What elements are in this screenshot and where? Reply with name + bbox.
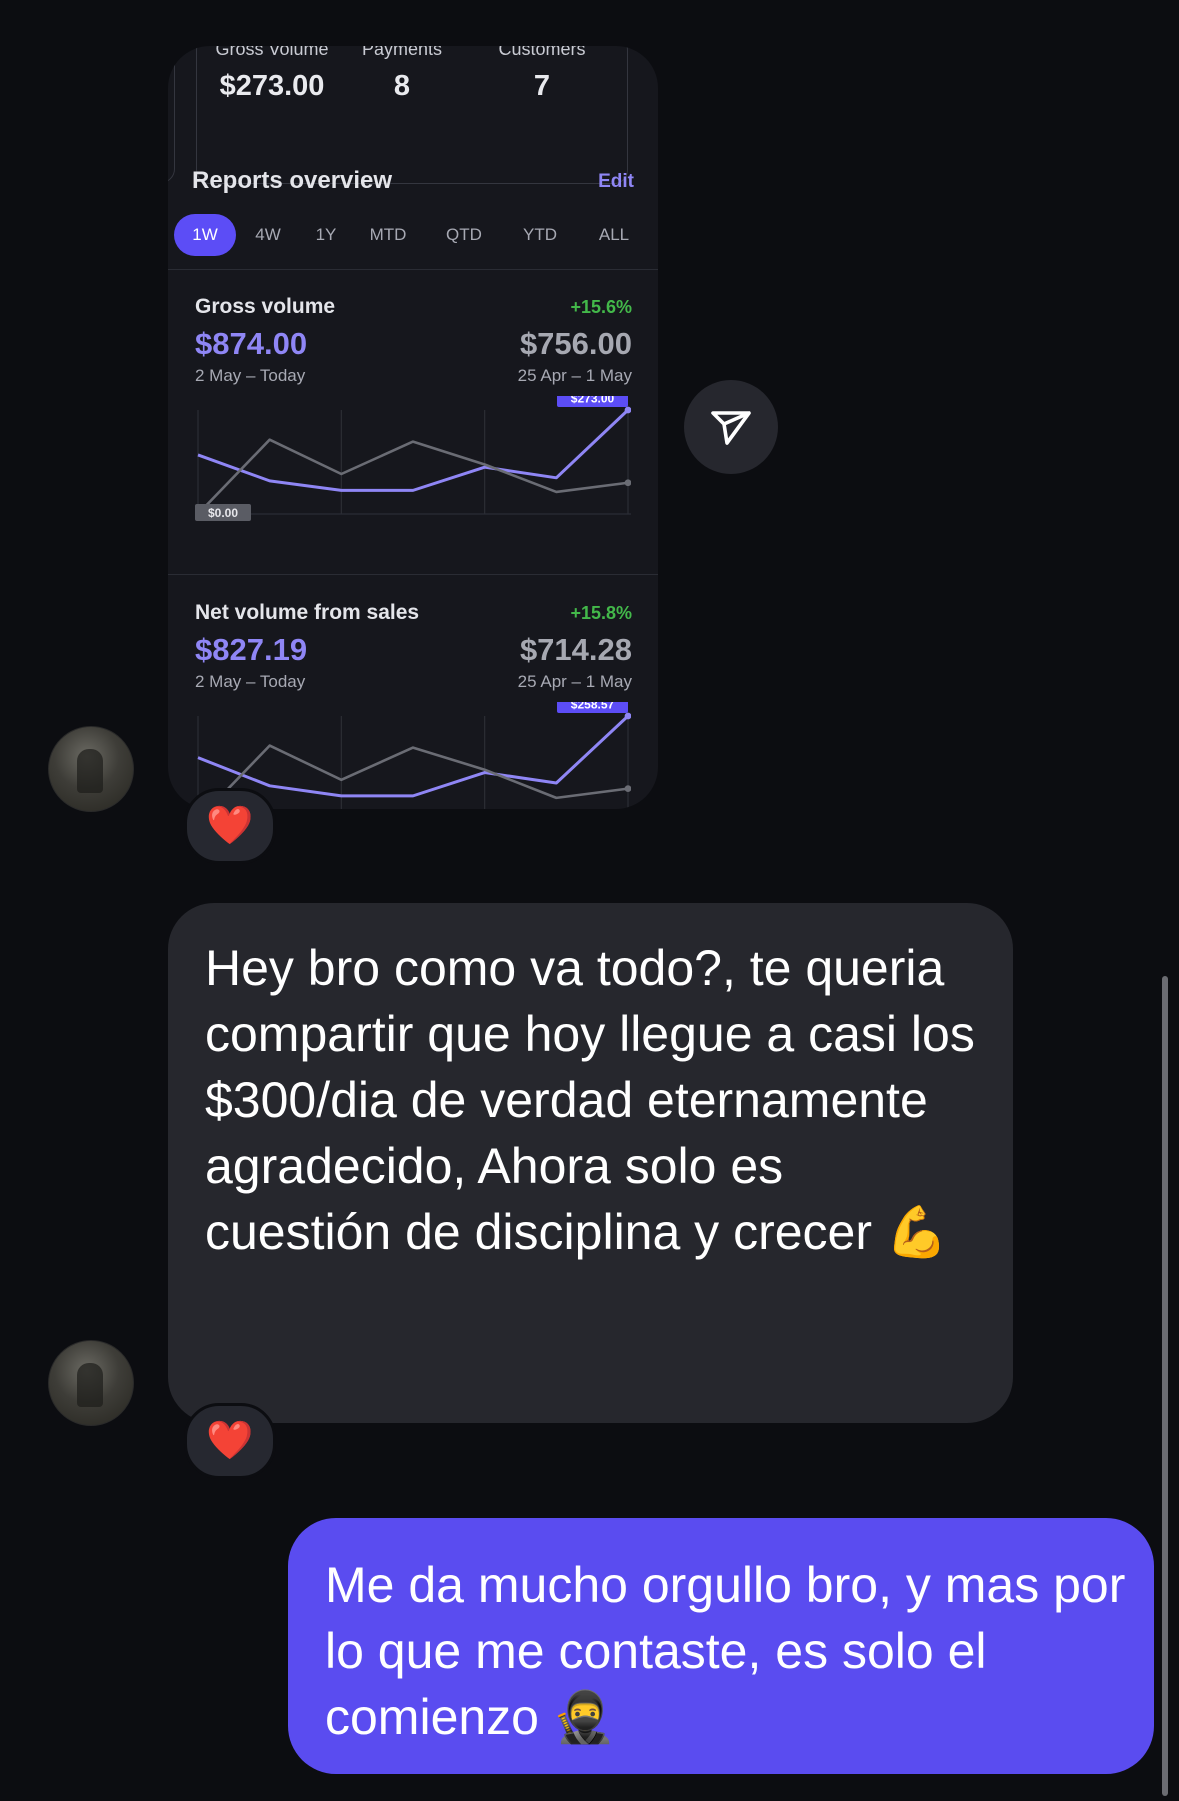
share-button[interactable] [684,380,778,474]
gross-volume-previous: $756.00 [519,326,632,361]
divider [168,269,658,270]
net-volume-previous: $714.28 [519,632,632,667]
gross-volume-change: +15.6% [570,297,632,317]
heart-icon: ❤️ [206,805,254,847]
outgoing-message-text: Me da mucho orgullo bro, y mas por lo qu… [325,1557,1126,1745]
gross-previous-range: 25 Apr – 1 May [517,366,632,385]
net-current-range: 2 May – Today [195,672,306,691]
tab-1w[interactable]: 1W [174,214,236,256]
stat-label: Gross Volume [215,46,329,59]
period-tabs: 1W 4W 1Y MTD QTD YTD ALL [174,214,652,256]
tab-all[interactable]: ALL [584,214,644,256]
net-previous-range: 25 Apr – 1 May [517,672,632,691]
stat-label: Payments [361,46,443,59]
shared-screenshot-card[interactable]: Gross Volume $273.00 Payments 8 Customer… [168,46,658,809]
avatar[interactable] [48,1340,134,1426]
tab-mtd[interactable]: MTD [356,214,420,256]
edit-link[interactable]: Edit [598,171,634,193]
heart-reaction[interactable]: ❤️ [184,788,276,864]
net-volume-title: Net volume from sales [195,601,420,624]
current-period-line [197,714,630,798]
tab-1y[interactable]: 1Y [300,214,352,256]
stats-summary-box: Gross Volume $273.00 Payments 8 Customer… [196,46,628,184]
series-end-point [624,479,631,487]
net-volume-change: +15.8% [570,603,632,623]
tab-ytd[interactable]: YTD [508,214,572,256]
stat-customers: Customers 7 [477,46,607,103]
divider [168,574,658,575]
gross-volume-title: Gross volume [195,295,336,318]
net-volume-current: $827.19 [195,632,308,667]
stat-payments: Payments 8 [347,46,457,103]
heart-icon: ❤️ [206,1420,254,1462]
gross-current-range: 2 May – Today [195,366,306,385]
current-period-line [197,408,630,492]
stat-gross-volume: Gross Volume $273.00 [207,46,337,103]
max-value-label: $273.00 [571,396,615,406]
stat-label: Customers [498,46,586,59]
stats-card-edge [168,46,175,183]
reports-overview-title: Reports overview [192,167,393,194]
heart-reaction[interactable]: ❤️ [184,1403,276,1479]
gross-volume-chart: $273.00 $0.00 [195,396,631,521]
incoming-message-bubble[interactable]: Hey bro como va todo?, te queria compart… [168,903,1013,1423]
paper-plane-icon [711,411,751,445]
stat-value: 7 [533,70,551,102]
gross-volume-current: $874.00 [195,326,308,361]
series-end-point [624,785,631,793]
scrollbar[interactable] [1162,976,1168,1796]
min-value-label: $0.00 [208,506,238,520]
stat-value: $273.00 [219,70,325,102]
tab-4w[interactable]: 4W [240,214,296,256]
tab-qtd[interactable]: QTD [432,214,496,256]
outgoing-message-bubble[interactable]: Me da mucho orgullo bro, y mas por lo qu… [288,1518,1154,1774]
avatar[interactable] [48,726,134,812]
stat-value: 8 [393,70,411,102]
max-value-label: $258.57 [571,702,615,712]
incoming-message-text: Hey bro como va todo?, te queria compart… [205,940,975,1260]
